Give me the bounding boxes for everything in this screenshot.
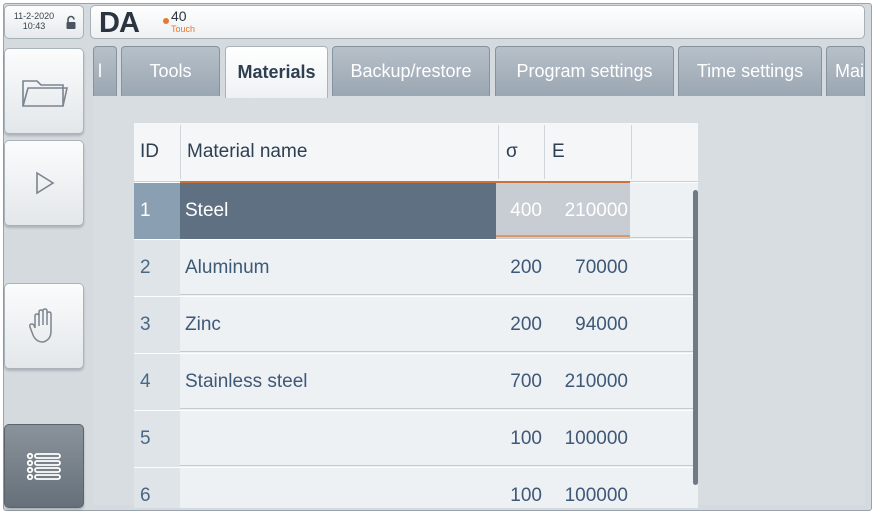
- cell-name: Zinc: [185, 314, 221, 335]
- status-date: 11-2-2020: [13, 11, 55, 21]
- logo-dot: [163, 18, 169, 24]
- cell-name: [180, 411, 496, 467]
- table-row[interactable]: 2 Aluminum 200 70000: [134, 239, 698, 296]
- materials-table: ID Material name σ E 1 Steel 400 210000 …: [134, 123, 698, 508]
- tab-program-settings[interactable]: Program settings: [495, 46, 674, 96]
- cell-sigma: 200: [510, 314, 542, 335]
- cell-id: 5: [134, 411, 180, 467]
- table-row[interactable]: 5 100 100000: [134, 410, 698, 467]
- cell-sigma: 700: [510, 371, 542, 392]
- cell-id: 6: [134, 468, 180, 508]
- tab-tools[interactable]: Tools: [121, 46, 220, 96]
- hand-icon: [29, 308, 52, 343]
- cell-id: 2: [134, 240, 180, 296]
- cell-e: 70000: [575, 257, 628, 278]
- cell-e: 210000: [544, 183, 630, 239]
- tab-backup-restore[interactable]: Backup/restore: [332, 46, 490, 96]
- table-row[interactable]: 3 Zinc 200 94000: [134, 296, 698, 353]
- cell-name: [180, 468, 496, 508]
- table-row[interactable]: 4 Stainless steel 700 210000: [134, 353, 698, 410]
- cell-e: 94000: [575, 314, 628, 335]
- table-header: ID Material name σ E: [134, 123, 698, 182]
- table-row[interactable]: 6 100 100000: [134, 467, 698, 508]
- cell-name: Steel: [180, 183, 496, 239]
- list-menu-icon: [26, 452, 61, 481]
- unlock-icon[interactable]: [65, 15, 79, 31]
- header-bar: DA 40 Touch: [90, 5, 865, 39]
- status-time: 10:43: [22, 21, 46, 31]
- cell-id: 4: [134, 354, 180, 410]
- cell-sigma: 400: [496, 183, 544, 239]
- folder-icon: [22, 80, 68, 107]
- cell-e: 210000: [564, 371, 628, 392]
- cell-name: Aluminum: [185, 257, 270, 278]
- play-icon: [36, 171, 55, 195]
- table-row[interactable]: 1 Steel 400 210000: [134, 181, 698, 239]
- header-material-name[interactable]: Material name: [187, 123, 307, 181]
- cell-e: 100000: [564, 428, 628, 449]
- cell-id: 1: [134, 183, 180, 239]
- tab-materials[interactable]: Materials: [225, 46, 328, 98]
- tab-maintenance-partial[interactable]: Mai: [826, 46, 865, 96]
- table-scrollbar[interactable]: [693, 190, 698, 485]
- status-box: 11-2-2020 10:43: [4, 5, 84, 39]
- cell-sigma: 100: [510, 485, 542, 506]
- cell-sigma: 100: [510, 428, 542, 449]
- logo-brand: DA: [99, 7, 140, 39]
- cell-sigma: 200: [510, 257, 542, 278]
- sidebar-button-auto[interactable]: [4, 140, 84, 226]
- sidebar-button-products[interactable]: [4, 48, 84, 134]
- header-e[interactable]: E: [552, 123, 565, 181]
- header-id[interactable]: ID: [140, 123, 159, 181]
- logo-edition: Touch: [171, 24, 196, 34]
- sidebar-button-manual[interactable]: [4, 283, 84, 369]
- tab-machine-partial[interactable]: l: [93, 46, 117, 96]
- tab-time-settings[interactable]: Time settings: [678, 46, 822, 96]
- logo-model: 40: [171, 8, 187, 24]
- cell-e: 100000: [564, 485, 628, 506]
- cell-id: 3: [134, 297, 180, 353]
- header-sigma[interactable]: σ: [506, 123, 518, 181]
- sidebar-button-menu[interactable]: [4, 424, 84, 508]
- cell-name: Stainless steel: [185, 371, 308, 392]
